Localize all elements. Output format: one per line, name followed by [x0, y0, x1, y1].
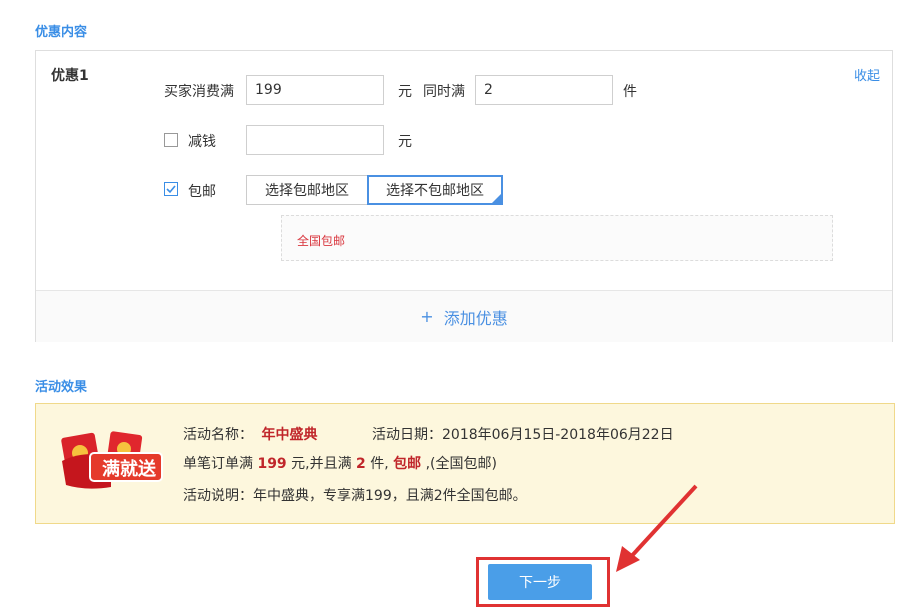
rule-amount: 199 — [257, 456, 287, 472]
reduce-label: 减钱 — [188, 134, 216, 150]
rule-free-shipping: 包邮 — [393, 456, 422, 472]
activity-rule-row: 单笔订单满 199 元,并且满 2 件, 包邮 ,(全国包邮) — [183, 453, 497, 473]
rule-text-mid2: 件, — [365, 456, 394, 472]
activity-desc-row: 活动说明：年中盛典，专享满199，且满2件全国包邮。 — [183, 485, 527, 505]
effect-section-title: 活动效果 — [35, 380, 88, 395]
activity-name-row: 活动名称： 年中盛典 — [183, 424, 317, 444]
add-discount-button[interactable]: + 添加优惠 — [36, 290, 892, 342]
selected-corner-icon — [491, 193, 502, 204]
item-unit-label: 件 — [623, 84, 637, 100]
rule-count: 2 — [356, 456, 366, 472]
select-free-shipping-region-button[interactable]: 选择包邮地区 — [246, 175, 368, 205]
yuan-unit-label-2: 元 — [398, 134, 412, 150]
activity-name-label: 活动名称： — [183, 427, 253, 443]
annotation-arrow-icon — [616, 484, 698, 572]
reduce-amount-input[interactable] — [246, 125, 384, 155]
activity-date-row: 活动日期：2018年06月15日-2018年06月22日 — [372, 424, 674, 444]
activity-name-value: 年中盛典 — [261, 427, 318, 443]
region-text: 全国包邮 — [297, 234, 346, 248]
rule-text-pre: 单笔订单满 — [183, 456, 258, 472]
rule-text-post: ,(全国包邮) — [421, 456, 497, 472]
discount-item-title: 优惠1 — [51, 68, 89, 84]
collapse-link[interactable]: 收起 — [854, 65, 880, 84]
reduce-checkbox[interactable] — [164, 133, 178, 147]
region-box — [281, 215, 833, 261]
yuan-unit-label: 元 — [398, 84, 412, 100]
buyer-spend-input[interactable] — [246, 75, 384, 105]
activity-desc-value: 年中盛典，专享满199，且满2件全国包邮。 — [253, 488, 527, 504]
promo-badge-text: 满就送 — [102, 459, 156, 480]
next-step-button[interactable]: 下一步 — [488, 564, 592, 600]
activity-date-label: 活动日期： — [372, 427, 442, 443]
free-shipping-label: 包邮 — [188, 184, 216, 200]
activity-date-value: 2018年06月15日-2018年06月22日 — [442, 427, 674, 443]
also-reach-label: 同时满 — [423, 84, 465, 100]
check-icon — [166, 185, 176, 194]
free-shipping-checkbox[interactable] — [164, 182, 178, 196]
item-count-input[interactable] — [475, 75, 613, 105]
plus-icon: + — [420, 307, 434, 326]
select-non-free-shipping-region-button[interactable]: 选择不包邮地区 — [367, 175, 503, 205]
rule-text-mid: 元,并且满 — [286, 456, 357, 472]
activity-desc-label: 活动说明： — [183, 488, 253, 504]
discount-section-title: 优惠内容 — [35, 25, 88, 40]
add-discount-label: 添加优惠 — [443, 308, 508, 328]
buyer-spend-label: 买家消费满 — [164, 84, 234, 100]
select-non-free-shipping-region-label: 选择不包邮地区 — [386, 183, 484, 199]
